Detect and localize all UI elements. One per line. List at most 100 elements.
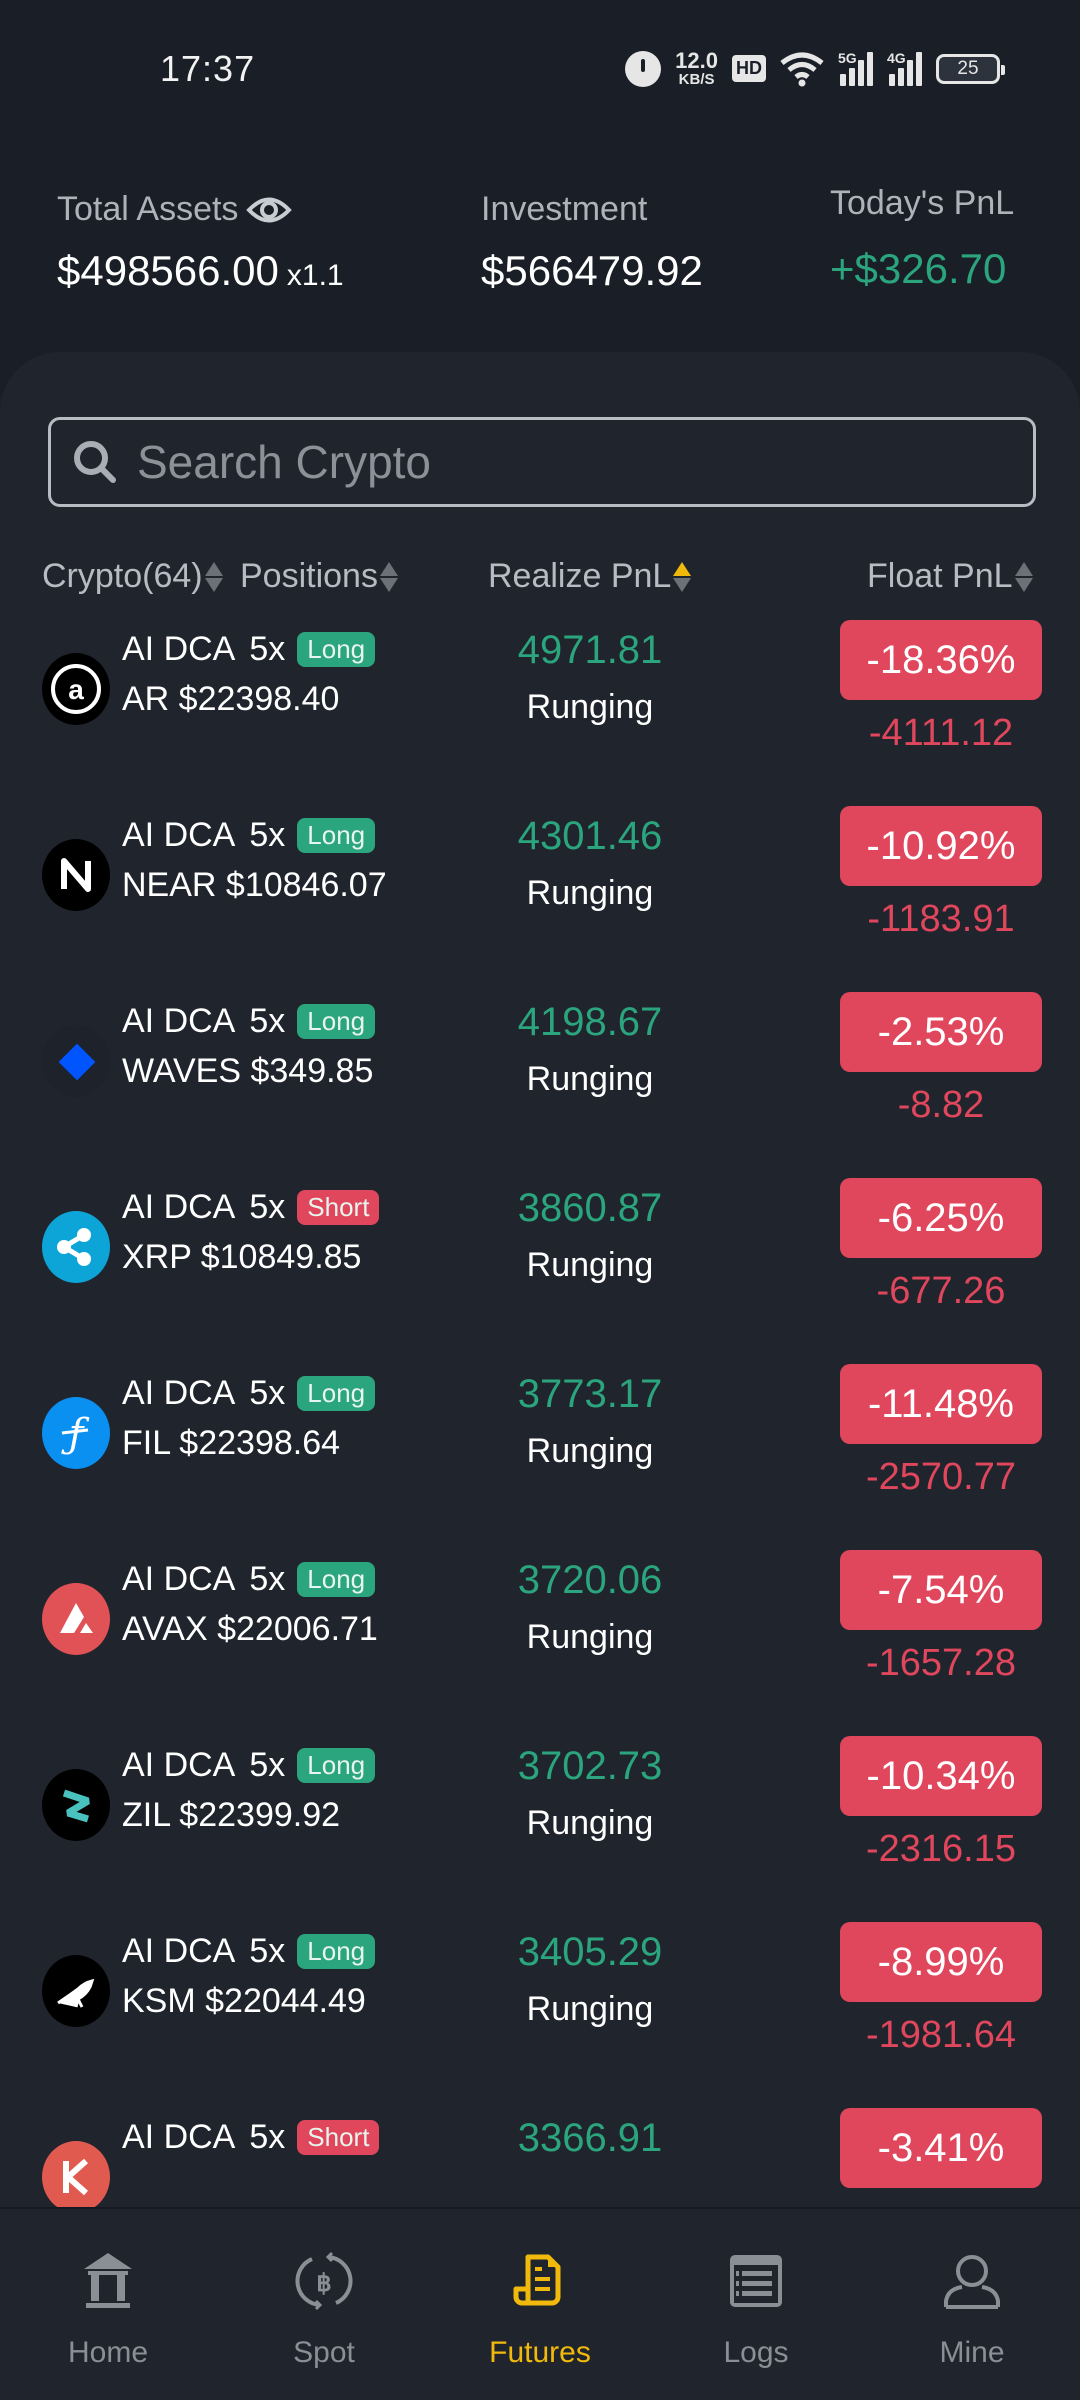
nav-futures[interactable]: Futures (432, 2209, 648, 2400)
pair-price: ZIL $22399.92 (122, 1796, 341, 1834)
nav-logs[interactable]: Logs (648, 2209, 864, 2400)
search-bar[interactable] (48, 417, 1036, 507)
list-icon (724, 2249, 788, 2318)
nav-home[interactable]: Home (0, 2209, 216, 2400)
column-float-pnl: Float PnL (867, 557, 1013, 595)
battery-level: 25 (957, 57, 979, 79)
pair-price: XRP $10849.85 (122, 1238, 362, 1276)
bot-info: AI DCA 5x Long (122, 1746, 376, 1785)
bot-info: AI DCA 5x Long (122, 630, 376, 669)
network-speed-unit: KB/S (678, 71, 715, 88)
status-bar: 17:37 12.0 KB/S HD 5G 4G 25 (0, 0, 1080, 140)
kusama-icon (42, 1955, 110, 2027)
column-realize-pnl: Realize PnL (488, 557, 672, 595)
leverage: 5x (249, 1746, 286, 1784)
nav-label: Logs (723, 2336, 789, 2369)
leverage: 5x (249, 2118, 286, 2156)
leverage: 5x (249, 1374, 286, 1412)
signal-4g-icon: 4G (887, 50, 922, 86)
signal-5g-label: 5G (838, 49, 857, 66)
filecoin-icon: ƒ (42, 1397, 110, 1469)
pair-price: KSM $22044.49 (122, 1982, 366, 2020)
search-input[interactable] (137, 435, 997, 489)
nav-spot[interactable]: ฿ Spot (216, 2209, 432, 2400)
position-row[interactable]: AI DCA 5x Long KSM $22044.49 3405.29 Runging -… (0, 1922, 1080, 2112)
realize-pnl: 3702.73 (517, 1744, 663, 1788)
float-pnl-amount: -4111.12 (868, 712, 1014, 754)
status-icons: 12.0 KB/S HD 5G 4G 25 (625, 49, 1005, 88)
float-pnl-amount: -8.82 (897, 1084, 985, 1126)
sort-realize-pnl[interactable]: Realize PnL (488, 557, 692, 596)
bot-info: AI DCA 5x Long (122, 816, 376, 855)
float-pnl-amount: -2570.77 (865, 1456, 1016, 1498)
sort-arrows-icon (204, 561, 223, 592)
investment: Investment $566479.92 (481, 190, 703, 295)
position-row[interactable]: AI DCA 5x Short XRP $10849.85 3860.87 Runging… (0, 1178, 1080, 1368)
side-badge: Long (297, 632, 376, 667)
bot-name: AI DCA (122, 1746, 236, 1784)
realize-pnl: 3773.17 (517, 1372, 663, 1416)
asset-multiplier: x1.1 (286, 259, 344, 292)
float-pnl-percent: -11.48% (840, 1364, 1042, 1444)
bot-info: AI DCA 5x Short (122, 1188, 380, 1227)
realize-pnl: 3366.91 (517, 2116, 663, 2160)
leverage: 5x (249, 1932, 286, 1970)
leverage: 5x (249, 1188, 286, 1226)
position-row[interactable]: ƒ AI DCA 5x Long FIL $22398.64 3773.17 Runging… (0, 1364, 1080, 1554)
float-pnl-percent: -3.41% (840, 2108, 1042, 2188)
todays-pnl: Today's PnL +$326.70 (830, 184, 1014, 293)
position-row[interactable]: AI DCA 5x Long ZIL $22399.92 3702.73 Runging -… (0, 1736, 1080, 1926)
arweave-icon: a (42, 653, 110, 725)
realize-pnl: 4198.67 (517, 1000, 663, 1044)
side-badge: Short (297, 2120, 380, 2155)
position-row[interactable]: AI DCA 5x Long AVAX $22006.71 3720.06 Runging… (0, 1550, 1080, 1740)
position-row[interactable]: AI DCA 5x Long WAVES $349.85 4198.67 Runging -… (0, 992, 1080, 1182)
bottom-navigation: Home ฿ Spot Futures Logs Mine (0, 2207, 1080, 2400)
battery-icon: 25 (936, 53, 1005, 84)
bot-name: AI DCA (122, 1002, 236, 1040)
nav-label: Futures (489, 2336, 591, 2369)
near-icon (42, 839, 110, 911)
signal-5g-icon: 5G (838, 49, 873, 86)
eye-icon[interactable] (246, 193, 293, 227)
pair-price: NEAR $10846.07 (122, 866, 387, 904)
kava-icon (42, 2141, 110, 2212)
float-pnl-percent: -8.99% (840, 1922, 1042, 2002)
bitcoin-exchange-icon: ฿ (292, 2249, 356, 2318)
hd-voice-icon: HD (732, 55, 766, 82)
bot-name: AI DCA (122, 630, 236, 668)
bot-info: AI DCA 5x Short (122, 2118, 380, 2157)
nav-label: Home (67, 2336, 149, 2369)
position-row[interactable]: AI DCA 5x Long NEAR $10846.07 4301.46 Runging… (0, 806, 1080, 996)
bot-state: Runging (526, 1804, 654, 1842)
side-badge: Long (297, 1376, 376, 1411)
bot-info: AI DCA 5x Long (122, 1002, 376, 1041)
total-assets: Total Assets $498566.00 x1.1 (57, 190, 344, 295)
float-pnl-percent: -6.25% (840, 1178, 1042, 1258)
document-icon (508, 2249, 572, 2318)
bot-state: Runging (526, 1432, 654, 1470)
pair-price: FIL $22398.64 (122, 1424, 341, 1462)
float-pnl-percent: -18.36% (840, 620, 1042, 700)
side-badge: Long (297, 1562, 376, 1597)
side-badge: Long (297, 1004, 376, 1039)
positions-panel: Crypto(64) Positions Realize PnL Float P… (0, 352, 1080, 2212)
status-time: 17:37 (160, 48, 256, 89)
avalanche-icon (42, 1583, 110, 1655)
float-pnl-amount: -677.26 (876, 1270, 1006, 1312)
bank-icon (76, 2249, 140, 2318)
sort-crypto[interactable]: Crypto(64) (42, 557, 223, 596)
sort-positions[interactable]: Positions (240, 557, 398, 596)
side-badge: Long (297, 818, 376, 853)
bot-name: AI DCA (122, 1374, 236, 1412)
sort-float-pnl[interactable]: Float PnL (867, 557, 1033, 596)
futures-screen: 17:37 12.0 KB/S HD 5G 4G 25 Total Assets… (0, 0, 1080, 2400)
nav-mine[interactable]: Mine (864, 2209, 1080, 2400)
leverage: 5x (249, 630, 286, 668)
position-row[interactable]: a AI DCA 5x Long AR $22398.40 4971.81 Runging -… (0, 620, 1080, 810)
bot-info: AI DCA 5x Long (122, 1560, 376, 1599)
bot-state: Runging (526, 874, 654, 912)
pair-price: AVAX $22006.71 (122, 1610, 378, 1648)
position-row[interactable]: AI DCA 5x Short 3366.91 -3.41% (0, 2108, 1080, 2212)
column-positions: Positions (240, 557, 378, 595)
